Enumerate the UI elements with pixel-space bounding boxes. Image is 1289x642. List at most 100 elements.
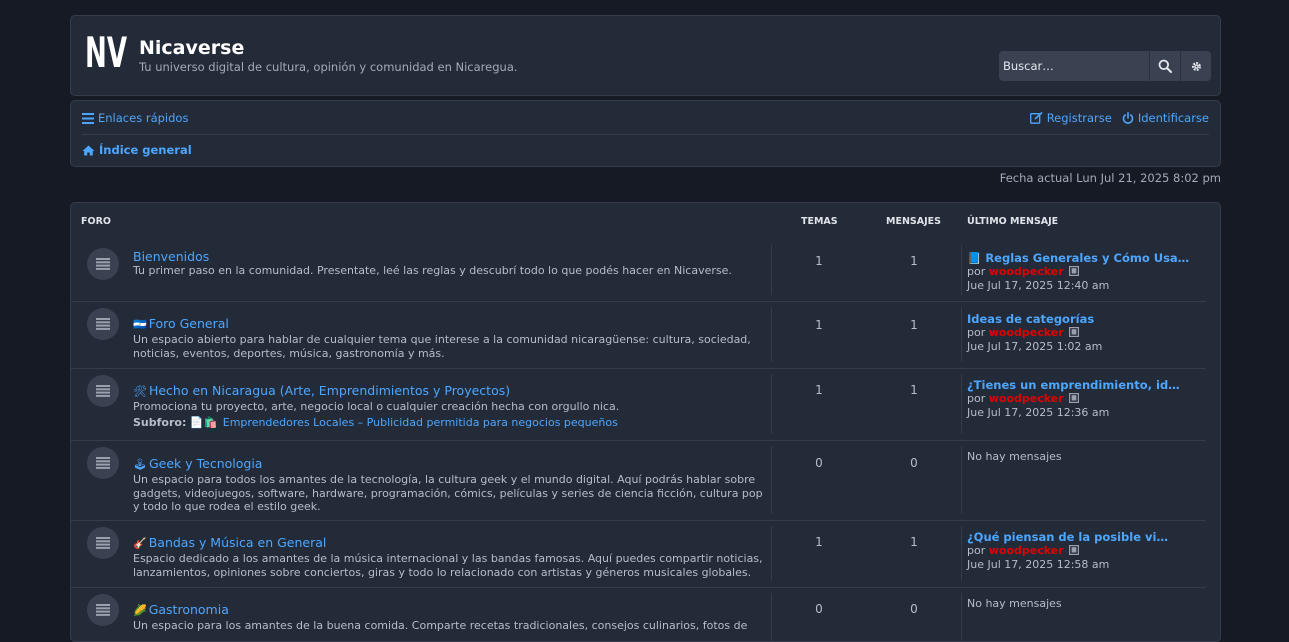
column-divider (961, 526, 962, 581)
topics-count: 1 (815, 535, 823, 549)
forum-row: 🎸 Bandas y Música en General Espacio dedic… (71, 520, 1206, 588)
forum-read-icon (96, 604, 110, 616)
posts-count: 1 (910, 535, 918, 549)
register-link[interactable]: Registrarse (1029, 111, 1112, 125)
forum-title-link[interactable]: 🇳🇮 Foro General (133, 316, 229, 331)
search-icon (1158, 59, 1172, 73)
posts-count: 1 (910, 254, 918, 268)
forum-description: Un espacio para todos los amantes de la … (133, 473, 763, 513)
search-button[interactable] (1149, 51, 1180, 81)
col-posts: MENSAJES (886, 216, 941, 227)
subforum-link[interactable]: Emprendedores Locales – Publicidad permi… (223, 416, 618, 429)
site-header: NV Nicaverse Tu universo digital de cult… (70, 15, 1221, 96)
forum-title-link[interactable]: 🌽 Gastronomia (133, 602, 229, 617)
column-divider (771, 374, 772, 434)
col-topics: TEMAS (801, 216, 838, 227)
last-post-date: Jue Jul 17, 2025 12:40 am (967, 279, 1110, 292)
last-post-date: Jue Jul 17, 2025 1:02 am (967, 340, 1103, 353)
breadcrumb-home[interactable]: Índice general (82, 143, 192, 157)
forum-row: 🛠 Hecho en Nicaragua (Arte, Emprendimient… (71, 368, 1206, 441)
last-post: 📘 Reglas Generales y Cómo Usa… por woodpe… (967, 251, 1189, 293)
forum-read-icon (96, 457, 110, 469)
last-post-by: por (967, 265, 986, 278)
last-post-title-link[interactable]: ¿Tienes un emprendimiento, id… (967, 378, 1180, 392)
forum-title: Hecho en Nicaragua (Arte, Emprendimiento… (148, 383, 511, 398)
site-title[interactable]: Nicaverse (139, 37, 244, 59)
topics-count: 1 (815, 383, 823, 397)
hamburger-icon (82, 112, 94, 124)
register-label: Registrarse (1046, 111, 1112, 125)
subforum-line: Subforo: 📄🛍️ Emprendedores Locales – Pub… (133, 416, 618, 429)
forum-title-link[interactable]: 🕹 Geek y Tecnologia (133, 456, 262, 471)
last-post: ¿Qué piensan de la posible vi… por woodpe… (967, 530, 1168, 572)
topics-count: 0 (815, 602, 823, 616)
column-divider (771, 307, 772, 362)
last-post-author[interactable]: woodpecker (989, 326, 1064, 339)
last-post-title-link[interactable]: Ideas de categorías (967, 312, 1102, 326)
last-post-by: por (967, 392, 986, 405)
last-post: ¿Tienes un emprendimiento, id… por woodpe… (967, 378, 1180, 420)
advanced-search-button[interactable] (1180, 51, 1211, 81)
forum-title-link[interactable]: 🛠 Hecho en Nicaragua (Arte, Emprendimient… (133, 383, 510, 398)
edit-icon (1029, 112, 1043, 124)
forum-list: FORO TEMAS MENSAJES ÚLTIMO MENSAJE Bienv… (70, 202, 1221, 642)
forum-row: 🇳🇮 Foro General Un espacio abierto para ha… (71, 301, 1206, 369)
site-logo[interactable]: NV (85, 29, 129, 73)
subforum-emoji: 📄🛍️ (189, 416, 218, 429)
last-post-title-link[interactable]: ¿Qué piensan de la posible vi… (967, 530, 1168, 544)
last-post-author[interactable]: woodpecker (989, 265, 1064, 278)
forum-title: Gastronomia (148, 602, 229, 617)
col-forum: FORO (81, 216, 111, 227)
column-divider (961, 593, 962, 641)
last-post: Ideas de categorías por woodpecker Jue Jul… (967, 312, 1102, 354)
search-box (999, 51, 1211, 81)
forum-title-link[interactable]: Bienvenidos (133, 249, 209, 264)
forum-row: Bienvenidos Tu primer paso en la comunida… (71, 239, 1206, 302)
breadcrumb-label: Índice general (99, 143, 192, 157)
forum-title: Geek y Tecnologia (148, 456, 263, 471)
last-post-title-link[interactable]: 📘 Reglas Generales y Cómo Usa… (967, 251, 1189, 265)
column-divider (771, 593, 772, 641)
forum-list-header: FORO TEMAS MENSAJES ÚLTIMO MENSAJE (71, 203, 1220, 239)
column-divider (771, 245, 772, 295)
forum-emoji: 🛠 (133, 385, 147, 398)
no-posts-text: No hay mensajes (967, 597, 1062, 610)
no-posts-text: No hay mensajes (967, 450, 1062, 463)
search-input[interactable] (999, 51, 1149, 81)
subforum-label: Subforo: (133, 416, 187, 429)
view-post-icon[interactable] (1068, 266, 1079, 276)
forum-description: Tu primer paso en la comunidad. Presenta… (133, 264, 732, 277)
quick-links-menu[interactable]: Enlaces rápidos (82, 111, 188, 125)
login-link[interactable]: Identificarse (1122, 111, 1209, 125)
forum-title: Bandas y Música en General (148, 535, 327, 550)
topics-count: 0 (815, 456, 823, 470)
forum-title: Foro General (148, 316, 229, 331)
last-post-date: Jue Jul 17, 2025 12:58 am (967, 558, 1110, 571)
quick-links-label: Enlaces rápidos (98, 111, 189, 125)
forum-emoji: 🕹 (133, 458, 147, 471)
forum-status-icon (87, 375, 119, 407)
forum-read-icon (96, 318, 110, 330)
logo-text: NV (85, 29, 127, 73)
column-divider (961, 446, 962, 514)
forum-row: 🕹 Geek y Tecnologia Un espacio para todos … (71, 440, 1206, 521)
forum-status-icon (87, 248, 119, 280)
forum-status-icon (87, 594, 119, 626)
view-post-icon[interactable] (1068, 545, 1079, 555)
view-post-icon[interactable] (1068, 327, 1079, 337)
forum-status-icon (87, 447, 119, 479)
posts-count: 0 (910, 602, 918, 616)
forum-read-icon (96, 258, 110, 270)
last-post-author[interactable]: woodpecker (989, 544, 1064, 557)
site-description: Tu universo digital de cultura, opinión … (139, 60, 518, 74)
view-post-icon[interactable] (1068, 393, 1079, 403)
posts-count: 0 (910, 456, 918, 470)
navbar: Enlaces rápidos Registrarse Identificars… (70, 100, 1221, 167)
forum-title-link[interactable]: 🎸 Bandas y Música en General (133, 535, 326, 550)
forum-description: Espacio dedicado a los amantes de la mús… (133, 552, 763, 579)
column-divider (771, 446, 772, 514)
forum-row: 🌽 Gastronomia Un espacio para los amantes … (71, 587, 1206, 641)
home-icon (82, 145, 95, 155)
last-post-author[interactable]: woodpecker (989, 392, 1064, 405)
forum-status-icon (87, 527, 119, 559)
